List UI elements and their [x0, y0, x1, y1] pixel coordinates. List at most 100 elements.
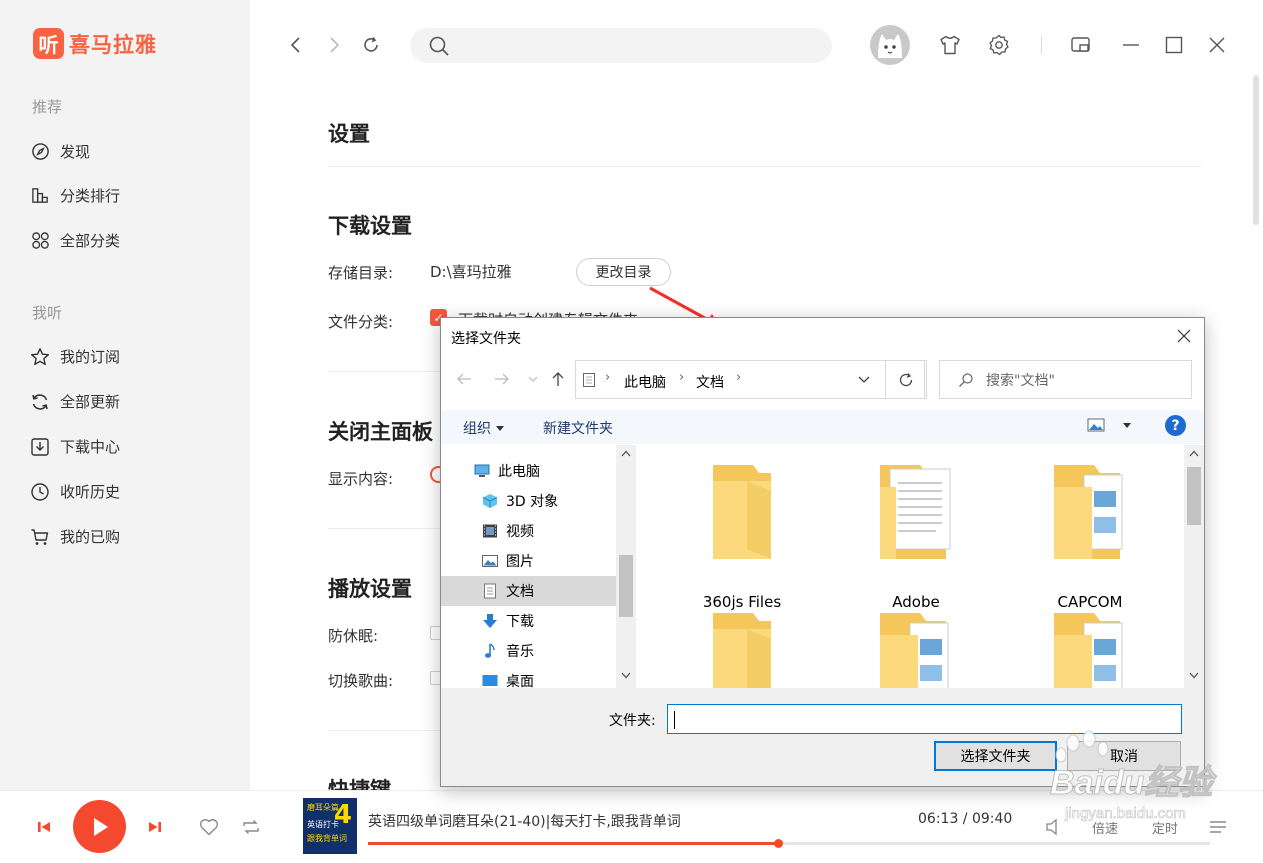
- sidebar-item-history[interactable]: 收听历史: [30, 481, 120, 502]
- sidebar-item-label: 分类排行: [60, 187, 121, 205]
- skip-next-icon: [149, 822, 161, 832]
- play-button[interactable]: [73, 800, 126, 853]
- files-scroll-thumb[interactable]: [1187, 467, 1201, 525]
- arrow-up-icon: [552, 372, 564, 386]
- reload-button[interactable]: [359, 33, 383, 57]
- arrow-left-icon: [457, 373, 471, 385]
- chevron-down-icon[interactable]: [858, 376, 870, 384]
- previous-button[interactable]: [33, 816, 55, 838]
- loop-icon: [243, 820, 259, 834]
- breadcrumb-documents[interactable]: 文档: [696, 372, 724, 392]
- brand-logo-mark: 听: [33, 28, 64, 59]
- dialog-back-button[interactable]: [453, 368, 475, 390]
- folder-icon: [1020, 461, 1160, 563]
- address-bar[interactable]: › 此电脑 › 文档 ›: [575, 360, 925, 399]
- new-folder-button[interactable]: 新建文件夹: [543, 418, 613, 438]
- chevron-left-icon: [290, 37, 300, 53]
- tree-item-this-pc[interactable]: 此电脑: [441, 456, 616, 486]
- dialog-forward-button[interactable]: [491, 368, 513, 390]
- refresh-icon: [30, 392, 50, 412]
- skin-button[interactable]: [937, 32, 963, 58]
- track-title[interactable]: 英语四级单词磨耳朵(21-40)|每天打卡,跟我背单词: [368, 811, 681, 831]
- app-logo[interactable]: 听 喜马拉雅: [33, 28, 157, 59]
- toolbar-divider: [1041, 36, 1042, 54]
- tree-item-desktop[interactable]: 桌面: [441, 666, 616, 696]
- maximize-icon: [1165, 36, 1183, 54]
- scroll-up-icon[interactable]: [621, 450, 631, 457]
- tree-item-downloads[interactable]: 下载: [441, 606, 616, 636]
- select-folder-dialog: 选择文件夹 › 此电脑 › 文档 › 搜索"文档" 组织 新建文件夹 ? 360…: [440, 317, 1205, 787]
- sidebar-item-all-categories[interactable]: 全部分类: [30, 230, 120, 251]
- back-button[interactable]: [284, 33, 308, 57]
- watermark-url: jingyan.baidu.com: [1065, 805, 1187, 823]
- desktop-icon: [481, 673, 499, 689]
- folder-item-folder-6[interactable]: [1020, 609, 1160, 688]
- sidebar-item-discover[interactable]: 发现: [30, 141, 90, 162]
- select-folder-button[interactable]: 选择文件夹: [934, 741, 1057, 771]
- scroll-down-icon[interactable]: [1189, 672, 1199, 679]
- like-button[interactable]: [197, 815, 221, 839]
- dialog-search-placeholder: 搜索"文档": [986, 372, 1055, 389]
- organize-label: 组织: [463, 421, 491, 437]
- scroll-down-icon[interactable]: [621, 672, 631, 679]
- up-folder-button[interactable]: [547, 368, 569, 390]
- maximize-button[interactable]: [1161, 32, 1187, 58]
- loop-mode-button[interactable]: [239, 815, 263, 839]
- video-icon: [481, 523, 499, 539]
- tree-item-music[interactable]: 音乐: [441, 636, 616, 666]
- folder-item-360js-files[interactable]: 360js Files: [672, 461, 812, 611]
- view-options-button[interactable]: [1087, 418, 1131, 432]
- next-button[interactable]: [144, 816, 166, 838]
- tree-item-documents[interactable]: 文档: [441, 576, 616, 606]
- scroll-up-icon[interactable]: [1189, 450, 1199, 457]
- organize-menu[interactable]: 组织: [463, 418, 504, 438]
- divider: [328, 166, 1201, 167]
- folder-item-adobe[interactable]: Adobe: [846, 461, 986, 611]
- tree-scrollbar[interactable]: [616, 445, 636, 688]
- forward-button[interactable]: [322, 33, 346, 57]
- refresh-icon: [899, 372, 913, 386]
- avatar[interactable]: [870, 25, 910, 65]
- progress-bar[interactable]: [368, 839, 1210, 848]
- folder-item-capcom[interactable]: CAPCOM: [1020, 461, 1160, 611]
- document-location-icon: [583, 373, 595, 387]
- tree-scroll-thumb[interactable]: [619, 555, 633, 617]
- address-refresh-button[interactable]: [885, 360, 927, 399]
- sidebar-item-download-center[interactable]: 下载中心: [30, 436, 120, 457]
- brand-name: 喜马拉雅: [69, 32, 157, 57]
- sidebar-item-rankings[interactable]: 分类排行: [30, 185, 120, 206]
- star-icon: [30, 347, 50, 367]
- play-icon: [93, 817, 108, 836]
- folder-icon: [672, 609, 812, 688]
- help-icon[interactable]: ?: [1165, 415, 1186, 436]
- close-button[interactable]: [1204, 32, 1230, 58]
- tree-item-label: 视频: [506, 524, 534, 540]
- mini-player-icon: [1071, 37, 1090, 52]
- main-scrollbar[interactable]: [1253, 75, 1259, 225]
- download-arrow-icon: [481, 613, 499, 629]
- search-input[interactable]: [410, 28, 832, 63]
- files-scrollbar[interactable]: [1184, 445, 1204, 688]
- time-separator: /: [958, 811, 972, 827]
- mini-mode-button[interactable]: [1068, 32, 1094, 58]
- tree-item-videos[interactable]: 视频: [441, 516, 616, 546]
- track-cover[interactable]: 磨耳朵篇 4 英语打卡 跟我背单词: [303, 798, 357, 854]
- playback-settings-heading: 播放设置: [328, 577, 412, 601]
- minimize-button[interactable]: [1118, 32, 1144, 58]
- sidebar-item-all-updates[interactable]: 全部更新: [30, 391, 120, 412]
- settings-button[interactable]: [986, 32, 1012, 58]
- folder-item-folder-5[interactable]: [846, 609, 986, 688]
- progress-knob[interactable]: [774, 839, 784, 848]
- cover-number: 4: [333, 800, 352, 830]
- breadcrumb-this-pc[interactable]: 此电脑: [624, 372, 666, 392]
- breadcrumb-separator-icon: ›: [679, 370, 685, 385]
- sidebar-item-subscriptions[interactable]: 我的订阅: [30, 346, 120, 367]
- dialog-search-input[interactable]: 搜索"文档": [939, 360, 1192, 399]
- folder-item-folder-4[interactable]: [672, 609, 812, 688]
- sidebar-item-purchased[interactable]: 我的已购: [30, 526, 120, 547]
- tree-item-3d-objects[interactable]: 3D 对象: [441, 486, 616, 516]
- recent-locations-button[interactable]: [523, 368, 543, 390]
- tree-item-pictures[interactable]: 图片: [441, 546, 616, 576]
- storage-dir-value: D:\喜玛拉雅: [430, 263, 512, 281]
- dialog-close-button[interactable]: [1174, 326, 1194, 346]
